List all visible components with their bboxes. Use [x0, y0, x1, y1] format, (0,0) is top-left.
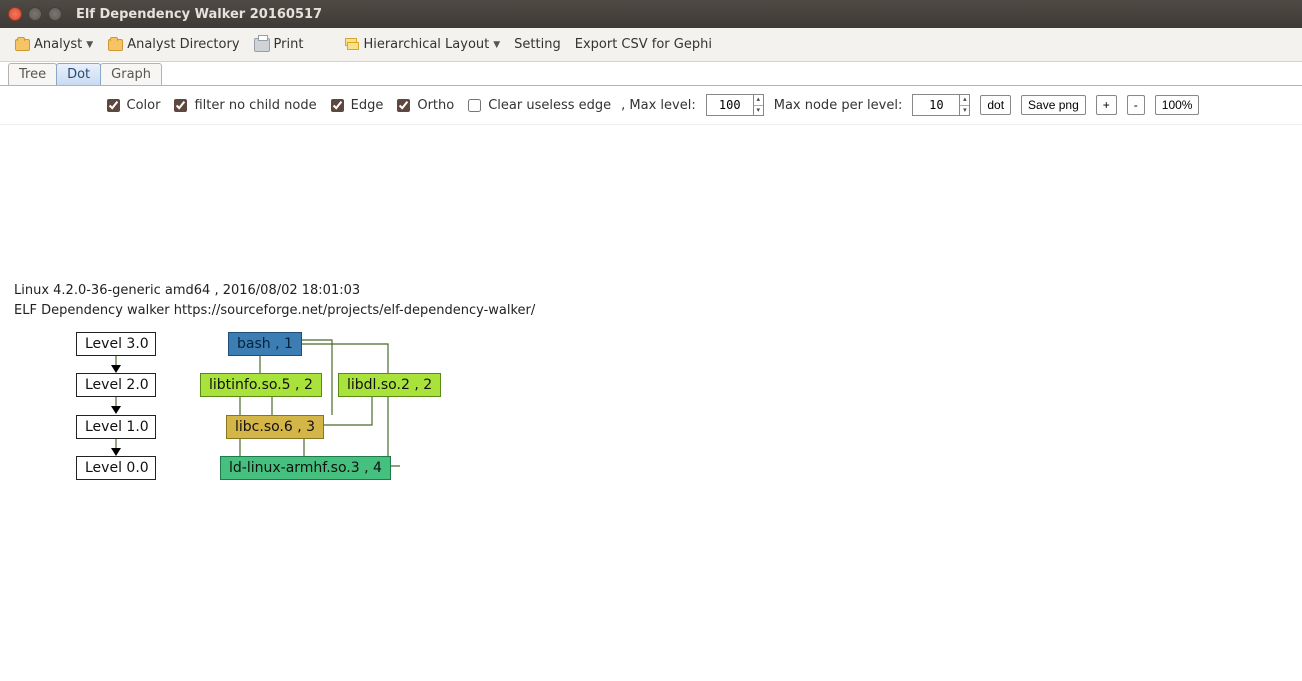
arrow-icon [111, 448, 121, 456]
edge-checkbox-input[interactable] [331, 99, 344, 112]
print-button[interactable]: Print [254, 37, 304, 53]
level-2: Level 2.0 [76, 373, 156, 397]
max-node-spinner[interactable]: ▴▾ [960, 94, 970, 116]
minimize-icon[interactable] [28, 7, 42, 21]
setting-label: Setting [514, 37, 561, 52]
node-libc[interactable]: libc.so.6 , 3 [226, 415, 324, 439]
window-title: Elf Dependency Walker 20160517 [76, 7, 322, 22]
dot-button[interactable]: dot [980, 95, 1011, 115]
arrow-icon [111, 365, 121, 373]
analyst-menu[interactable]: Analyst ▼ [14, 37, 93, 53]
max-level-spinner[interactable]: ▴▾ [754, 94, 764, 116]
node-libtinfo[interactable]: libtinfo.so.5 , 2 [200, 373, 322, 397]
analyst-label: Analyst [34, 37, 82, 52]
max-level-input[interactable] [706, 94, 754, 116]
titlebar: Elf Dependency Walker 20160517 [0, 0, 1302, 28]
max-level-label: , Max level: [621, 98, 696, 113]
window-controls [8, 7, 62, 21]
view-tabs: Tree Dot Graph [0, 62, 1302, 86]
folder-icon [108, 39, 123, 51]
zoom-out-button[interactable]: - [1127, 95, 1145, 115]
tab-graph[interactable]: Graph [100, 63, 162, 85]
clear-edge-checkbox-input[interactable] [468, 99, 481, 112]
level-3: Level 3.0 [76, 332, 156, 356]
maximize-icon[interactable] [48, 7, 62, 21]
node-libdl[interactable]: libdl.so.2 , 2 [338, 373, 441, 397]
color-checkbox[interactable]: Color [103, 96, 161, 115]
info-system: Linux 4.2.0-36-generic amd64 , 2016/08/0… [14, 283, 360, 298]
print-label: Print [274, 37, 304, 52]
node-ldlinux[interactable]: ld-linux-armhf.so.3 , 4 [220, 456, 391, 480]
tab-dot[interactable]: Dot [56, 63, 101, 85]
filter-checkbox-input[interactable] [174, 99, 187, 112]
filter-checkbox[interactable]: filter no child node [170, 96, 316, 115]
tab-tree[interactable]: Tree [8, 63, 57, 85]
print-icon [254, 38, 270, 52]
level-0: Level 0.0 [76, 456, 156, 480]
arrow-icon [111, 406, 121, 414]
export-csv-label: Export CSV for Gephi [575, 37, 712, 52]
max-node-input[interactable] [912, 94, 960, 116]
graph-canvas[interactable]: Linux 4.2.0-36-generic amd64 , 2016/08/0… [0, 125, 1302, 680]
clear-edge-checkbox[interactable]: Clear useless edge [464, 96, 611, 115]
max-node-label: Max node per level: [774, 98, 903, 113]
zoom-in-button[interactable]: + [1096, 95, 1117, 115]
edge-checkbox[interactable]: Edge [327, 96, 384, 115]
export-csv-button[interactable]: Export CSV for Gephi [575, 37, 712, 52]
edges [0, 125, 1302, 680]
node-bash[interactable]: bash , 1 [228, 332, 302, 356]
layout-icon [343, 38, 359, 52]
layout-label: Hierarchical Layout [363, 37, 489, 52]
caret-down-icon: ▼ [493, 40, 500, 50]
ortho-checkbox[interactable]: Ortho [393, 96, 454, 115]
main-toolbar: Analyst ▼ Analyst Directory Print Hierar… [0, 28, 1302, 62]
color-checkbox-input[interactable] [107, 99, 120, 112]
folder-icon [15, 39, 30, 51]
ortho-checkbox-input[interactable] [397, 99, 410, 112]
setting-button[interactable]: Setting [514, 37, 561, 52]
level-1: Level 1.0 [76, 415, 156, 439]
caret-down-icon: ▼ [86, 40, 93, 50]
save-png-button[interactable]: Save png [1021, 95, 1086, 115]
analyst-directory-label: Analyst Directory [127, 37, 239, 52]
dot-controls: Color filter no child node Edge Ortho Cl… [0, 86, 1302, 125]
close-icon[interactable] [8, 7, 22, 21]
zoom-level-button[interactable]: 100% [1155, 95, 1200, 115]
info-project: ELF Dependency walker https://sourceforg… [14, 303, 535, 318]
layout-menu[interactable]: Hierarchical Layout ▼ [343, 37, 500, 53]
analyst-directory-button[interactable]: Analyst Directory [107, 37, 239, 53]
